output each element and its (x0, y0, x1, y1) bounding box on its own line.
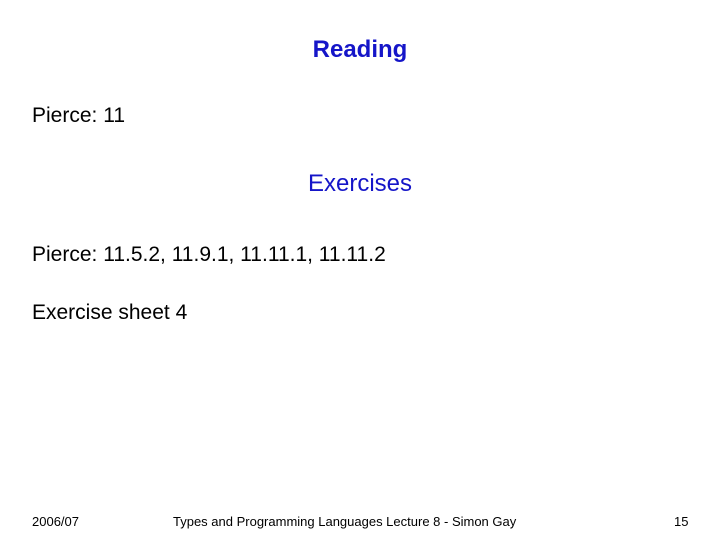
footer-page-number: 15 (674, 514, 689, 529)
exercises-item: Exercise sheet 4 (32, 301, 188, 324)
reading-heading: Reading (312, 36, 408, 63)
footer-title: Types and Programming Languages Lecture … (173, 514, 517, 529)
footer-date: 2006/07 (32, 514, 79, 529)
exercises-heading: Exercises (307, 170, 413, 197)
reading-item: Pierce: 11 (32, 104, 125, 127)
exercises-item: Pierce: 11.5.2, 11.9.1, 11.11.1, 11.11.2 (32, 243, 386, 266)
